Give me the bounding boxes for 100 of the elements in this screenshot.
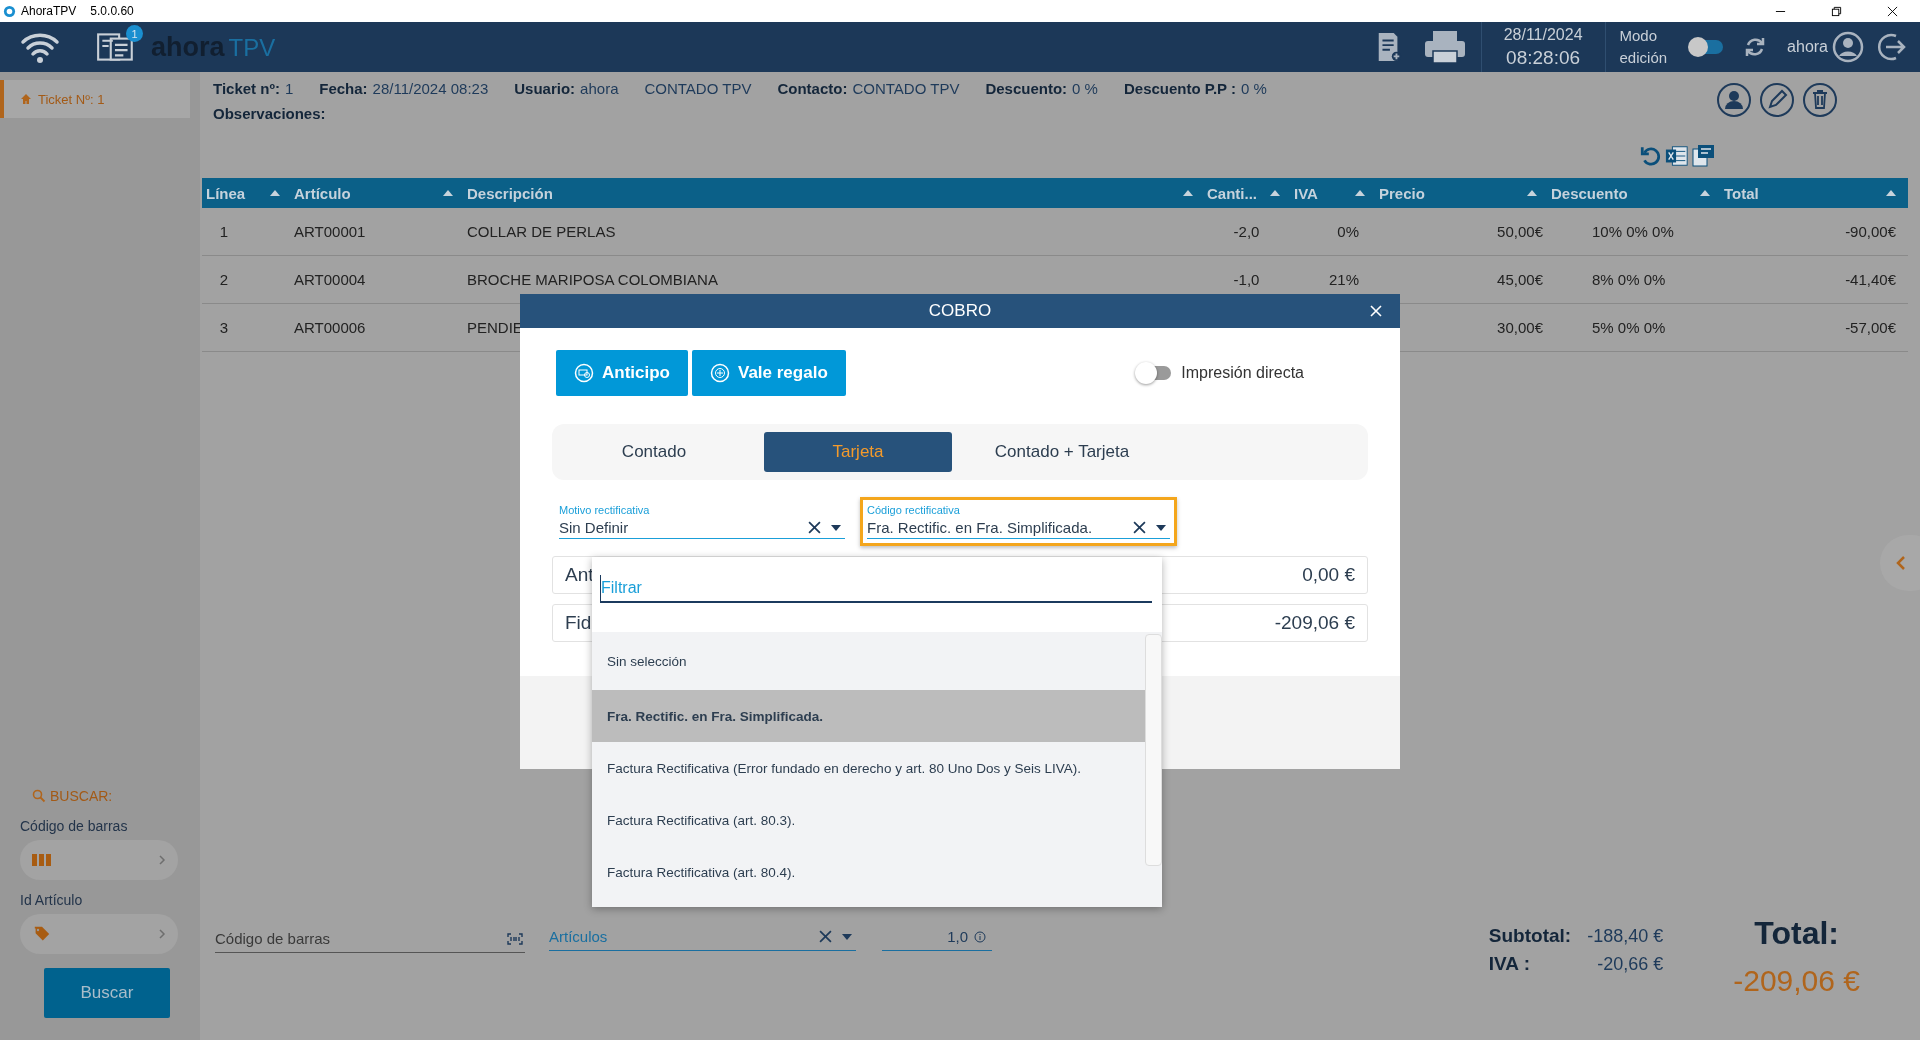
vat-label: IVA : bbox=[1488, 953, 1531, 975]
cash-icon bbox=[574, 363, 594, 383]
table-cell: 5% 0% 0% bbox=[1592, 319, 1666, 336]
field-value: Fra. Rectific. en Fra. Simplificada. bbox=[867, 519, 1093, 536]
table-cell: 2 bbox=[219, 271, 229, 288]
table-cell: 0% bbox=[1337, 223, 1359, 240]
user-name: ahora bbox=[1787, 38, 1828, 56]
close-icon[interactable] bbox=[1887, 5, 1898, 17]
field-label: Código de barras bbox=[20, 818, 129, 834]
table-cell: 21% bbox=[1328, 271, 1359, 288]
sort-icon[interactable] bbox=[1886, 190, 1896, 196]
dropdown-option[interactable]: Factura Rectificativa (art. 80.3). bbox=[592, 794, 1145, 846]
field-label: Motivo rectificativa bbox=[559, 504, 651, 516]
subtotal-value: -188,40 € bbox=[1587, 926, 1664, 947]
caret-icon[interactable] bbox=[1156, 524, 1166, 531]
action-button[interactable]: Anticipo bbox=[556, 350, 688, 396]
search-field[interactable] bbox=[20, 840, 178, 880]
dropdown-option[interactable]: Fra. Rectific. en Fra. Simplificada. bbox=[592, 690, 1145, 742]
refresh-icon[interactable] bbox=[1639, 144, 1663, 168]
total-value: -209,06 € bbox=[1733, 964, 1860, 998]
column-header[interactable]: Total bbox=[1724, 184, 1759, 202]
select-field[interactable]: Motivo rectificativa Sin Definir bbox=[559, 504, 845, 539]
ticket-info: Descuento: 0 % bbox=[985, 79, 1098, 97]
pdf-icon[interactable] bbox=[1691, 144, 1715, 168]
clear-icon[interactable] bbox=[808, 521, 821, 534]
column-header[interactable]: Descuento bbox=[1551, 184, 1628, 202]
header-time: 08:28:06 bbox=[1506, 46, 1581, 69]
table-cell: -2,0 bbox=[1233, 223, 1260, 240]
user-icon[interactable] bbox=[1832, 31, 1864, 63]
table-cell: 3 bbox=[219, 319, 229, 336]
amount-label: Ant bbox=[565, 564, 594, 586]
chevron-icon bbox=[158, 928, 166, 940]
sort-icon[interactable] bbox=[270, 190, 280, 196]
table-cell: 30,00€ bbox=[1497, 319, 1543, 336]
articles-field[interactable]: Artículos bbox=[549, 928, 819, 945]
column-header[interactable]: Línea bbox=[206, 184, 246, 202]
table-cell: BROCHE MARIPOSA COLOMBIANA bbox=[467, 271, 718, 288]
table-cell: PENDIE bbox=[467, 319, 523, 336]
search-title: BUSCAR: bbox=[50, 788, 113, 804]
filter-field[interactable]: Filtrar bbox=[600, 575, 1152, 603]
ticket-info: CONTADO TPV bbox=[644, 79, 752, 97]
user-icon[interactable] bbox=[1716, 82, 1752, 118]
app-version: 5.0.0.60 bbox=[90, 4, 134, 18]
ticket-info: Fecha: 28/11/2024 08:23 bbox=[319, 79, 489, 97]
toggle-label: Impresión directa bbox=[1181, 364, 1304, 382]
column-header[interactable]: IVA bbox=[1294, 184, 1318, 202]
app-title: AhoraTPV bbox=[21, 4, 77, 18]
clear-icon[interactable] bbox=[1133, 521, 1146, 534]
search-icon bbox=[32, 789, 46, 803]
tag-icon bbox=[32, 926, 52, 942]
sort-icon[interactable] bbox=[443, 190, 453, 196]
field-value: Sin Definir bbox=[559, 519, 629, 536]
action-button[interactable]: Vale regalo bbox=[692, 350, 846, 396]
barcode-field[interactable]: Código de barras bbox=[215, 930, 507, 947]
select-field[interactable]: Código rectificativa Fra. Rectific. en Fra. Simplificada. bbox=[867, 504, 1170, 539]
dropdown-option[interactable]: Factura Rectificativa (art. 80.4). bbox=[592, 846, 1145, 898]
caret-icon[interactable] bbox=[831, 524, 841, 531]
table-cell: ART00004 bbox=[294, 271, 366, 288]
amount-label: Fid bbox=[565, 612, 592, 634]
table-cell: COLLAR DE PERLAS bbox=[467, 223, 616, 240]
ticket-info: Descuento P.P : 0 % bbox=[1123, 79, 1267, 97]
table-cell: 50,00€ bbox=[1497, 223, 1543, 240]
column-header[interactable]: Artículo bbox=[294, 184, 351, 202]
restore-icon[interactable] bbox=[1831, 5, 1842, 17]
sort-icon[interactable] bbox=[1270, 190, 1280, 196]
search-field[interactable] bbox=[20, 914, 178, 954]
spreadsheet-icon[interactable] bbox=[1665, 144, 1689, 168]
field-label: Código rectificativa bbox=[867, 504, 961, 516]
vat-value: -20,66 € bbox=[1596, 954, 1664, 975]
payment-tab[interactable]: Contado bbox=[560, 432, 748, 472]
column-header[interactable]: Precio bbox=[1379, 184, 1425, 202]
scrollbar-thumb[interactable] bbox=[1145, 634, 1162, 866]
quantity-field[interactable]: 1,0 bbox=[882, 923, 992, 951]
payment-tab[interactable]: Tarjeta bbox=[764, 432, 952, 472]
sort-icon[interactable] bbox=[1700, 190, 1710, 196]
edit-icon[interactable] bbox=[1759, 82, 1795, 118]
column-header[interactable]: Descripción bbox=[467, 184, 553, 202]
column-header[interactable]: Canti... bbox=[1207, 184, 1257, 202]
dropdown-option[interactable]: Factura Rectificativa (Error fundado en derecho y art. 80 Uno Dos y Seis LIVA). bbox=[592, 742, 1145, 794]
barcode-scanner-icon[interactable] bbox=[507, 932, 523, 945]
sort-icon[interactable] bbox=[1183, 190, 1193, 196]
home-icon bbox=[20, 93, 32, 105]
sort-icon[interactable] bbox=[1355, 190, 1365, 196]
delete-icon[interactable] bbox=[1802, 82, 1838, 118]
table-cell: ART00006 bbox=[294, 319, 366, 336]
mode-label: Modo bbox=[1619, 26, 1659, 46]
logout-icon[interactable] bbox=[1876, 31, 1908, 63]
printer-icon[interactable] bbox=[1422, 29, 1467, 65]
ticket-info: Contacto: CONTADO TPV bbox=[777, 79, 960, 97]
sort-icon[interactable] bbox=[1527, 190, 1537, 196]
table-cell: ART00001 bbox=[294, 223, 366, 240]
dropdown-option[interactable]: Sin selección bbox=[592, 632, 1145, 690]
total-label: Total: bbox=[1754, 915, 1839, 952]
field-label: Id Artículo bbox=[20, 892, 84, 908]
table-cell: -90,00€ bbox=[1845, 223, 1896, 240]
search-button[interactable]: Buscar bbox=[44, 968, 170, 1018]
payment-tab[interactable]: Contado + Tarjeta bbox=[968, 432, 1156, 472]
table-cell: 1 bbox=[219, 223, 229, 240]
edit-mode-toggle[interactable] bbox=[1691, 40, 1724, 54]
table-cell: -1,0 bbox=[1233, 271, 1260, 288]
